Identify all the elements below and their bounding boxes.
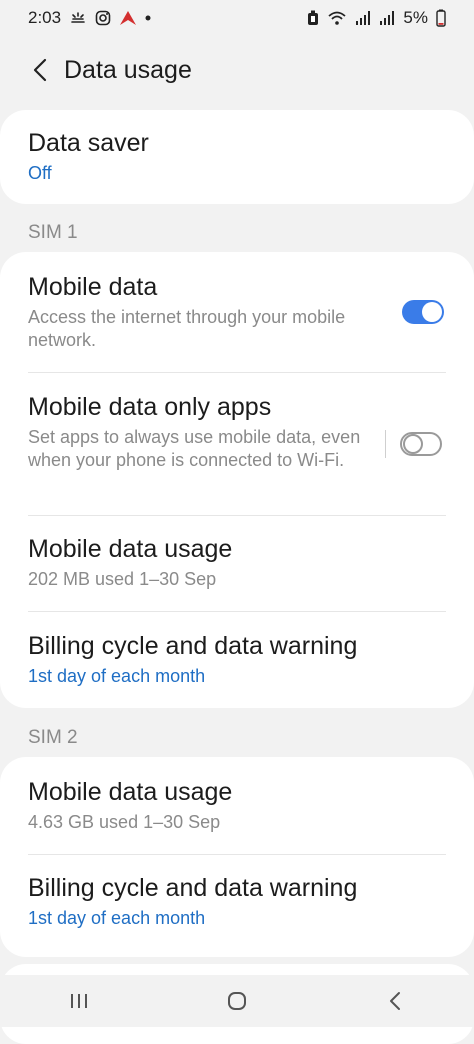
recents-icon <box>71 994 87 1008</box>
sim2-mobile-data-usage-row[interactable]: Mobile data usage 4.63 GB used 1–30 Sep <box>0 777 474 853</box>
signal-icon <box>355 10 371 26</box>
sim1-card: Mobile data Access the internet through … <box>0 252 474 708</box>
mobile-data-description: Access the internet through your mobile … <box>28 307 346 350</box>
app-icon <box>119 10 137 26</box>
back-icon <box>390 992 400 1010</box>
sim1-mobile-data-usage-row[interactable]: Mobile data usage 202 MB used 1–30 Sep <box>0 534 474 610</box>
battery-percent: 5% <box>403 8 428 27</box>
wifi-icon <box>327 10 347 26</box>
sim1-billing-cycle-row[interactable]: Billing cycle and data warning 1st day o… <box>0 631 474 701</box>
data-saver-title: Data saver <box>28 129 149 157</box>
mobile-data-only-apps-title: Mobile data only apps <box>28 393 272 421</box>
dot-icon <box>145 15 151 21</box>
sim2-billing-cycle-value: 1st day of each month <box>28 908 206 928</box>
sim1-mobile-data-usage-title: Mobile data usage <box>28 535 233 563</box>
back-button[interactable] <box>22 52 58 88</box>
app-header: Data usage <box>0 46 474 94</box>
status-bar: 2:03 5% <box>0 0 474 36</box>
sim2-card: Mobile data usage 4.63 GB used 1–30 Sep … <box>0 757 474 957</box>
vertical-separator <box>385 430 386 458</box>
status-left: 2:03 <box>28 8 151 28</box>
chevron-left-icon <box>33 58 47 82</box>
sim2-mobile-data-usage-title: Mobile data usage <box>28 778 233 806</box>
sim1-billing-cycle-value: 1st day of each month <box>28 666 206 686</box>
data-saver-card: Data saver Off <box>0 110 474 204</box>
nav-back-button[interactable] <box>365 981 425 1021</box>
mobile-data-only-apps-description: Set apps to always use mobile data, even… <box>28 427 361 470</box>
toggle-knob <box>422 302 442 322</box>
sim1-section-label: SIM 1 <box>28 222 78 243</box>
battery-icon <box>436 9 446 27</box>
status-time: 2:03 <box>28 8 62 27</box>
divider <box>28 372 446 373</box>
home-button[interactable] <box>207 981 267 1021</box>
divider <box>28 854 446 855</box>
navigation-bar <box>0 975 474 1027</box>
sim2-billing-cycle-row[interactable]: Billing cycle and data warning 1st day o… <box>0 873 474 949</box>
mobile-data-only-apps-row[interactable]: Mobile data only apps Set apps to always… <box>0 392 474 514</box>
sim2-mobile-data-usage-value: 4.63 GB used 1–30 Sep <box>28 812 221 832</box>
instagram-icon <box>95 10 111 26</box>
sim2-billing-cycle-title: Billing cycle and data warning <box>28 874 358 902</box>
data-saver-status: Off <box>28 163 52 183</box>
sim2-section-label: SIM 2 <box>28 727 78 748</box>
mobile-data-title: Mobile data <box>28 273 158 301</box>
recents-button[interactable] <box>49 981 109 1021</box>
mobile-data-only-apps-toggle[interactable] <box>400 432 442 456</box>
mobile-data-row[interactable]: Mobile data Access the internet through … <box>0 272 474 372</box>
home-icon <box>228 992 246 1010</box>
data-saver-row[interactable]: Data saver Off <box>0 128 474 185</box>
divider <box>28 611 446 612</box>
sim1-mobile-data-usage-value: 202 MB used 1–30 Sep <box>28 569 217 589</box>
alarm-icon <box>307 10 319 26</box>
signal-icon-2 <box>379 10 395 26</box>
sim1-billing-cycle-title: Billing cycle and data warning <box>28 632 358 660</box>
page-title: Data usage <box>64 55 192 84</box>
status-right: 5% <box>307 8 446 28</box>
weather-icon <box>69 11 87 25</box>
divider <box>28 515 446 516</box>
mobile-data-toggle[interactable] <box>402 300 444 324</box>
toggle-knob <box>403 434 423 454</box>
